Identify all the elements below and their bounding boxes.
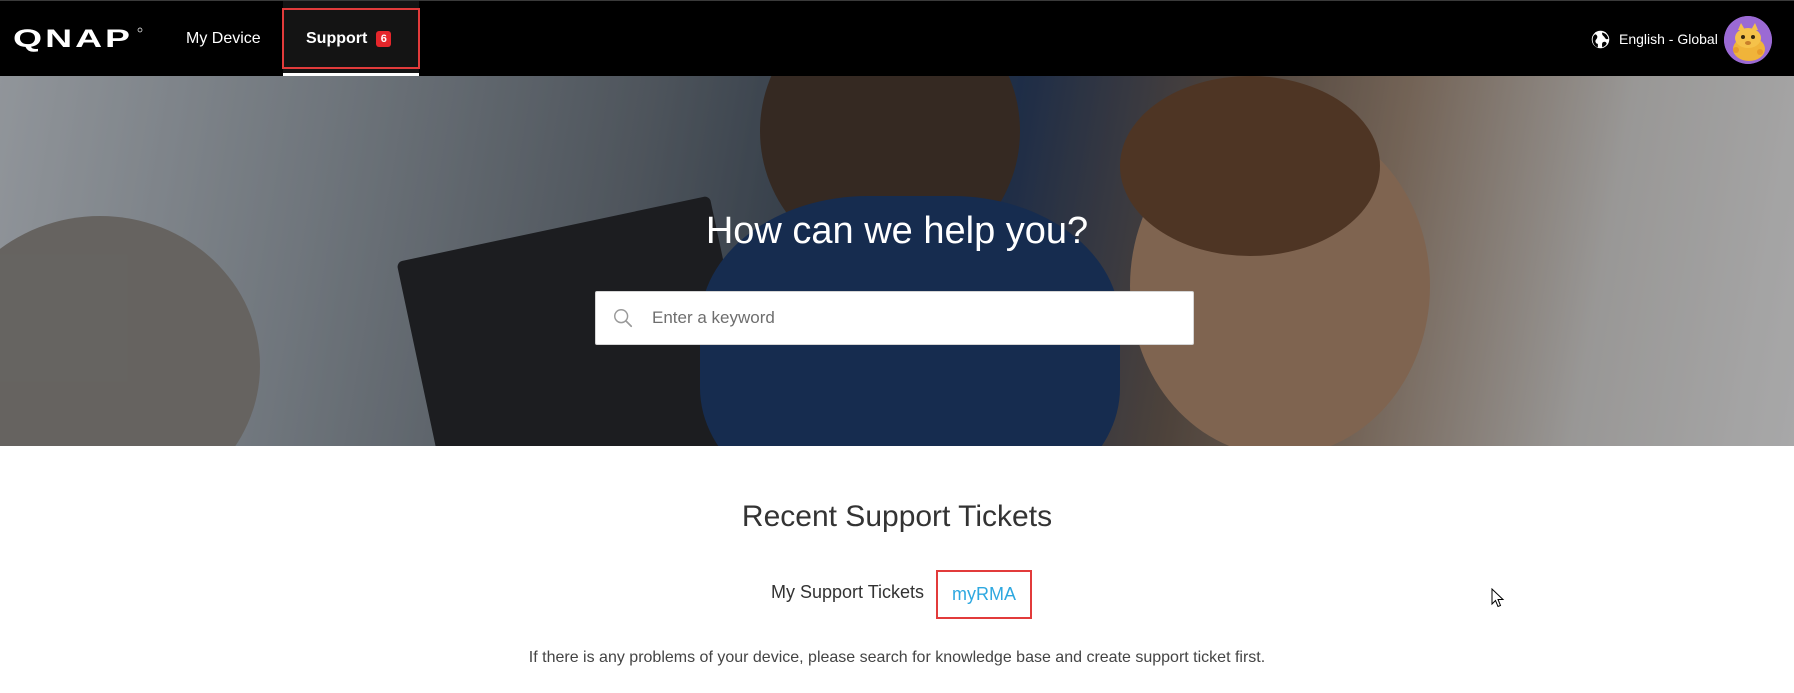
nav-support[interactable]: Support 6 xyxy=(283,1,419,77)
search-box[interactable] xyxy=(595,291,1194,345)
svg-text:QNAP: QNAP xyxy=(13,26,133,53)
qnap-logo[interactable]: QNAP xyxy=(13,26,143,54)
language-selector[interactable]: English - Global xyxy=(1590,1,1718,77)
search-icon xyxy=(614,309,633,328)
info-text: If there is any problems of your device,… xyxy=(528,649,1266,666)
tab-myrma[interactable]: myRMA xyxy=(936,570,1032,619)
nav-my-device-label: My Device xyxy=(186,30,261,47)
language-label: English - Global xyxy=(1619,31,1718,47)
avatar-illustration xyxy=(1724,16,1772,64)
ticket-tabs: My Support Tickets myRMA xyxy=(0,570,1794,620)
globe-icon xyxy=(1591,30,1610,48)
top-navbar: QNAP My Device Support 6 English - Globa… xyxy=(0,0,1794,77)
tab-myrma-label: myRMA xyxy=(952,584,1016,604)
section-title: Recent Support Tickets xyxy=(741,500,1053,533)
hero-overlay xyxy=(0,76,1794,446)
hero-title: How can we help you? xyxy=(705,210,1089,252)
support-count-badge: 6 xyxy=(376,31,392,47)
user-avatar[interactable] xyxy=(1724,16,1772,64)
search-input[interactable] xyxy=(652,292,1182,344)
tab-my-support-tickets[interactable]: My Support Tickets xyxy=(771,582,924,603)
hero-banner: How can we help you? xyxy=(0,76,1794,446)
nav-my-device[interactable]: My Device xyxy=(186,1,261,77)
nav-support-label: Support xyxy=(306,30,368,47)
mouse-cursor-icon xyxy=(1491,588,1505,608)
